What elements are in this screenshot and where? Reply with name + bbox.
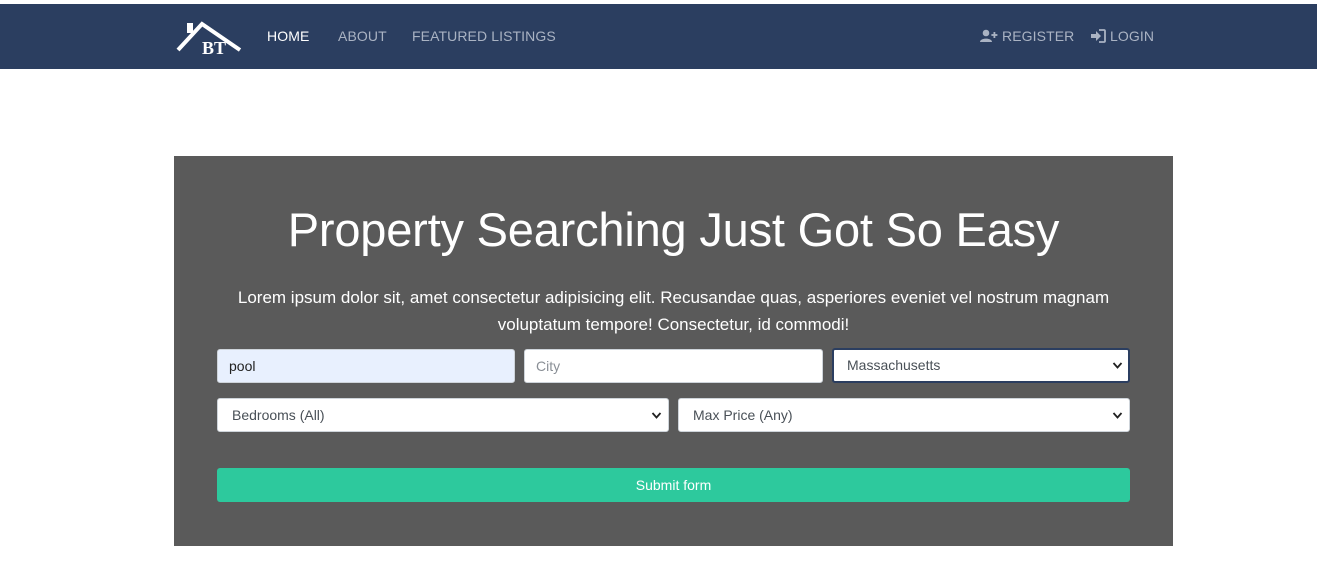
login-link[interactable]: LOGIN bbox=[1091, 28, 1154, 44]
bedrooms-select[interactable]: Bedrooms (All) bbox=[217, 398, 669, 432]
nav-about-link[interactable]: ABOUT bbox=[338, 28, 387, 44]
sign-in-icon bbox=[1091, 29, 1106, 43]
nav-home-link[interactable]: HOME bbox=[267, 28, 309, 44]
navbar: BT HOME ABOUT FEATURED LISTINGS REGISTER… bbox=[0, 4, 1317, 69]
brand-logo[interactable]: BT bbox=[176, 20, 244, 58]
max-price-select[interactable]: Max Price (Any) bbox=[678, 398, 1130, 432]
house-roof-icon: BT bbox=[176, 21, 242, 58]
hero-search-section: Property Searching Just Got So Easy Lore… bbox=[174, 156, 1173, 546]
bedrooms-select-value: Bedrooms (All) bbox=[232, 407, 325, 423]
submit-button[interactable]: Submit form bbox=[217, 468, 1130, 502]
city-input[interactable] bbox=[524, 349, 823, 383]
chevron-down-icon bbox=[651, 412, 662, 419]
chevron-down-icon bbox=[1112, 412, 1123, 419]
logo-text: BT bbox=[202, 38, 226, 56]
hero-title: Property Searching Just Got So Easy bbox=[287, 203, 1060, 256]
chevron-down-icon bbox=[1112, 362, 1123, 369]
state-select-value: Massachusetts bbox=[847, 357, 941, 373]
keywords-input[interactable] bbox=[217, 349, 515, 383]
state-select[interactable]: Massachusetts bbox=[832, 348, 1130, 383]
nav-featured-listings-link[interactable]: FEATURED LISTINGS bbox=[412, 28, 556, 44]
register-link[interactable]: REGISTER bbox=[980, 28, 1074, 44]
register-label: REGISTER bbox=[1002, 28, 1075, 44]
user-plus-icon bbox=[980, 29, 998, 42]
max-price-select-value: Max Price (Any) bbox=[693, 407, 793, 423]
login-label: LOGIN bbox=[1110, 28, 1155, 44]
hero-description: Lorem ipsum dolor sit, amet consectetur … bbox=[237, 288, 1110, 334]
